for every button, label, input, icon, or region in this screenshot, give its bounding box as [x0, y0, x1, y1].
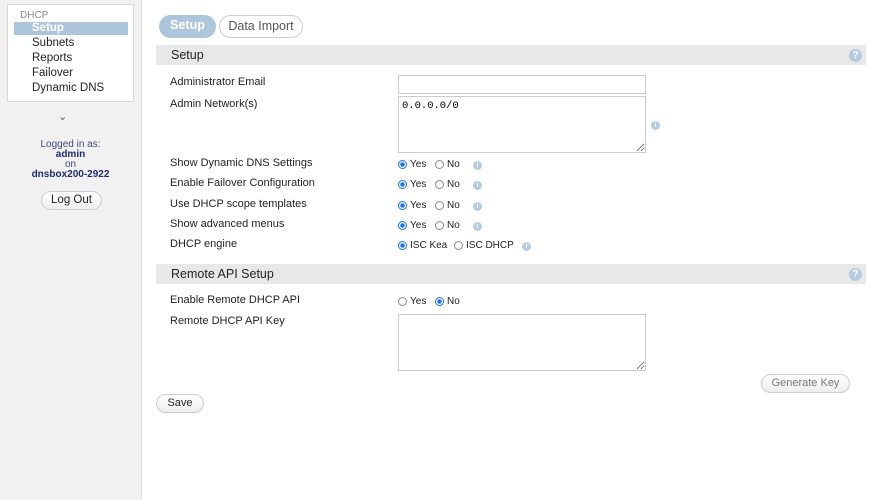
- tab-setup[interactable]: Setup: [159, 15, 216, 38]
- setting-label: Show Dynamic DNS Settings: [170, 157, 313, 169]
- option1-radio[interactable]: ISC Kea: [398, 240, 447, 251]
- radio-label: Yes: [410, 159, 427, 170]
- nav-menu: DHCP Setup Subnets Reports Failover Dyna…: [7, 4, 134, 102]
- setting-label: Show advanced menus: [170, 217, 285, 230]
- logout-button[interactable]: Log Out: [41, 191, 102, 210]
- radio-label: Yes: [410, 219, 427, 231]
- radio-label: Yes: [410, 199, 427, 211]
- remote-api-no-radio[interactable]: No: [435, 296, 460, 307]
- admin-email-input[interactable]: [398, 75, 646, 94]
- option1-radio[interactable]: Yes: [398, 159, 426, 170]
- nav-title: DHCP: [20, 10, 49, 21]
- radio-label: No: [447, 179, 460, 191]
- setting-label: DHCP engine: [170, 238, 238, 251]
- option1-radio[interactable]: Yes: [398, 220, 426, 231]
- remote-api-yes-radio[interactable]: Yes: [398, 296, 426, 307]
- radio-label: No: [447, 199, 460, 211]
- option2-radio[interactable]: ISC DHCP: [454, 240, 514, 251]
- section-title: Setup: [171, 48, 204, 62]
- remote-api-section-header: Remote API Setup ?: [156, 264, 866, 284]
- sidebar: DHCP Setup Subnets Reports Failover Dyna…: [0, 0, 141, 500]
- option2-radio[interactable]: No: [435, 159, 460, 170]
- radio-label: No: [447, 219, 460, 231]
- help-icon[interactable]: ?: [849, 49, 862, 62]
- tab-data-import[interactable]: Data Import: [219, 15, 303, 38]
- radio-label: No: [447, 296, 460, 307]
- remote-api-key-label: Remote DHCP API Key: [170, 315, 285, 327]
- save-button[interactable]: Save: [156, 394, 204, 413]
- radio-label: Yes: [410, 296, 427, 307]
- nav-item-setup[interactable]: Setup: [14, 22, 128, 35]
- enable-remote-api-label: Enable Remote DHCP API: [170, 294, 301, 306]
- info-icon[interactable]: i: [473, 161, 482, 170]
- nav-item-subnets[interactable]: Subnets: [14, 37, 128, 50]
- radio-label: ISC Kea: [410, 240, 448, 252]
- info-icon[interactable]: i: [473, 201, 482, 211]
- radio-label: No: [447, 159, 460, 170]
- admin-network-input[interactable]: 0.0.0.0/0: [398, 96, 646, 153]
- radio-label: Yes: [410, 179, 427, 191]
- option2-radio[interactable]: No: [435, 179, 460, 190]
- setting-label: Enable Failover Configuration: [170, 177, 315, 190]
- hostname: dnsbox200-2922: [31, 169, 110, 180]
- nav-item-failover[interactable]: Failover: [14, 67, 128, 80]
- info-icon[interactable]: i: [473, 221, 482, 231]
- nav-item-dynamic-dns[interactable]: Dynamic DNS: [14, 82, 128, 95]
- main-panel: Setup Data Import Setup ? Administrator …: [141, 0, 888, 500]
- generate-key-button[interactable]: Generate Key: [761, 374, 850, 393]
- info-icon[interactable]: i: [473, 181, 482, 191]
- option1-radio[interactable]: Yes: [398, 200, 426, 211]
- radio-label: ISC DHCP: [466, 240, 514, 252]
- chevron-down-icon[interactable]: ⌄: [58, 110, 67, 123]
- section-title: Remote API Setup: [171, 267, 274, 281]
- admin-network-label: Admin Network(s): [170, 98, 258, 110]
- option2-radio[interactable]: No: [435, 220, 460, 231]
- help-icon[interactable]: ?: [849, 268, 862, 281]
- nav-item-reports[interactable]: Reports: [14, 52, 128, 65]
- info-icon[interactable]: i: [651, 121, 660, 130]
- setup-section-header: Setup ?: [156, 45, 866, 65]
- admin-email-label: Administrator Email: [170, 76, 266, 88]
- remote-api-key-input[interactable]: [398, 314, 646, 371]
- option1-radio[interactable]: Yes: [398, 179, 426, 190]
- option2-radio[interactable]: No: [435, 200, 460, 211]
- info-icon[interactable]: i: [522, 242, 531, 252]
- setting-label: Use DHCP scope templates: [170, 197, 307, 210]
